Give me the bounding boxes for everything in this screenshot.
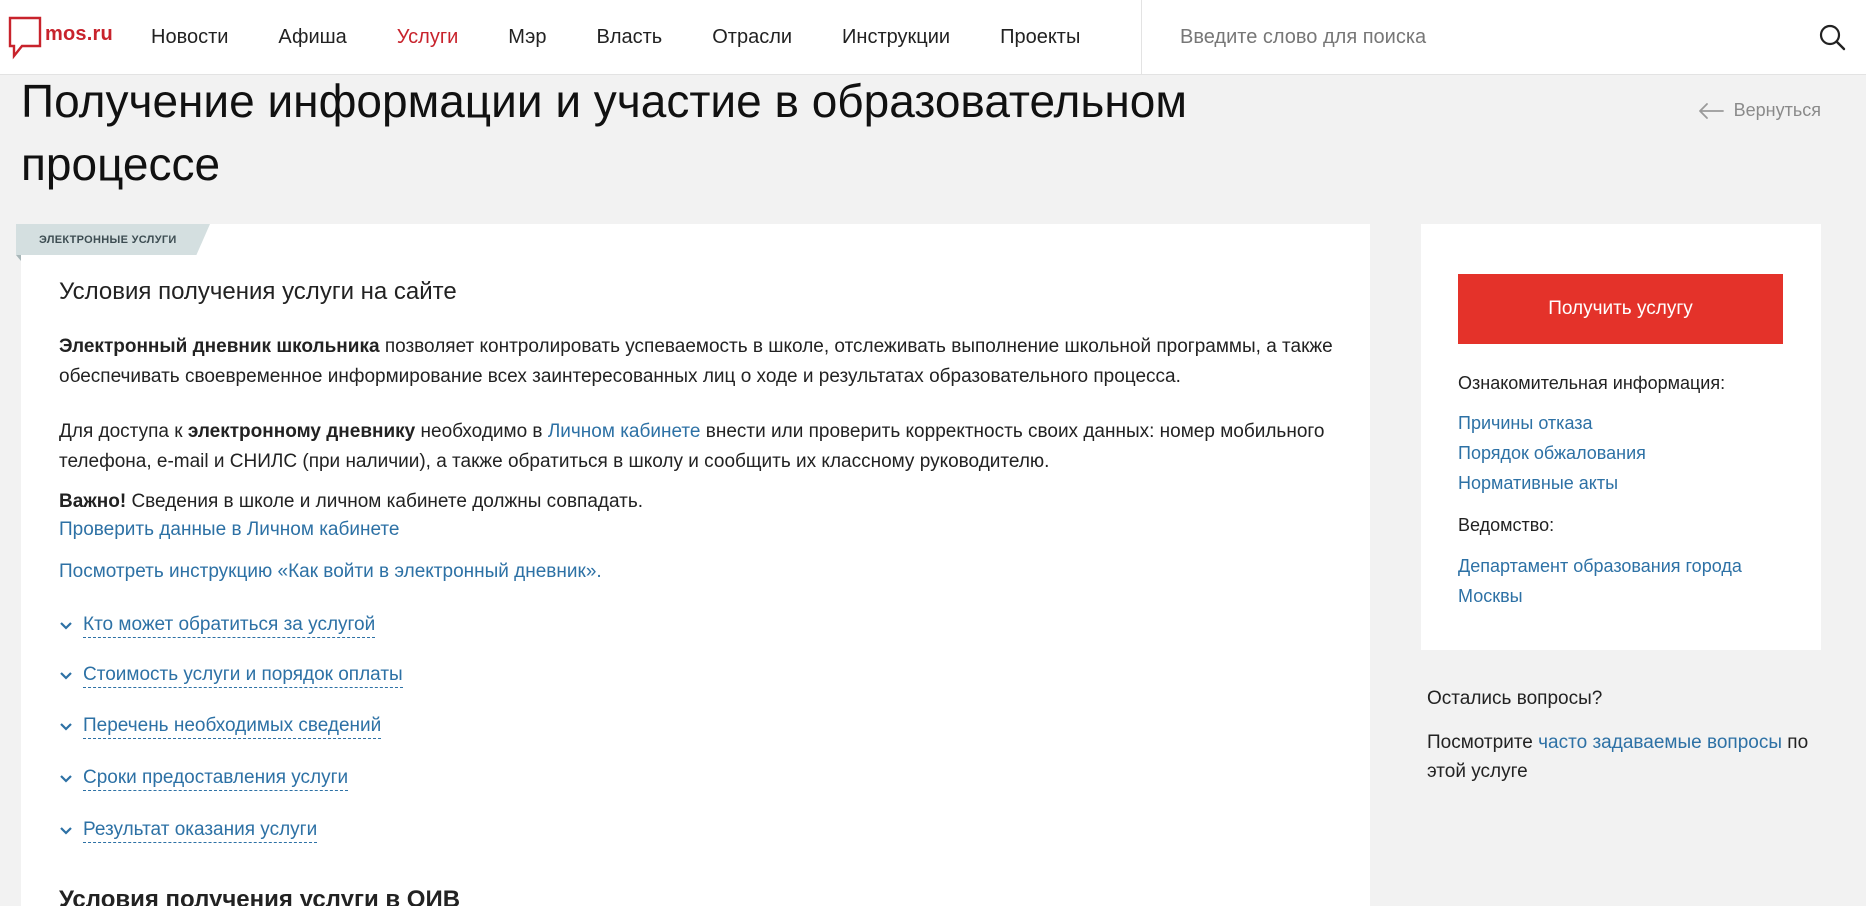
accordion-label: Сроки предоставления услуги [83,766,349,791]
logo-text: mos.ru [45,23,113,45]
important-note: Важно! Сведения в школе и личном кабинет… [59,487,1349,517]
faq-text-1: Посмотрите [1427,732,1539,753]
accordion-who-can-apply[interactable]: Кто может обратиться за услугой [59,613,376,638]
agency-link-continued[interactable]: Москвы [1458,586,1523,607]
back-link[interactable]: Вернуться [1698,100,1821,121]
back-link-label: Вернуться [1733,100,1821,120]
page-title: Получение информации и участие в образов… [21,75,1187,190]
accordion-result[interactable]: Результат оказания услуги [59,818,318,843]
section-title: Условия получения услуги на сайте [59,278,457,305]
instruction-link[interactable]: Посмотреть инструкцию «Как войти в элект… [59,561,602,583]
mos-ru-logo[interactable]: mos.ru [8,16,113,60]
main-nav: Новости Афиша Услуги Мэр Власть Отрасли … [151,0,1130,75]
accordion-label: Стоимость услуги и порядок оплаты [83,663,403,688]
chevron-down-icon [60,722,72,731]
diary-name-bold: Электронный дневник школьника [59,336,380,357]
check-data-link[interactable]: Проверить данные в Личном кабинете [59,519,399,541]
refusal-reasons-link[interactable]: Причины отказа [1458,413,1593,434]
nav-item-services[interactable]: Услуги [397,26,459,49]
accordion-label: Кто может обратиться за услугой [83,613,376,638]
chevron-down-icon [60,621,72,630]
accordion-label: Перечень необходимых сведений [83,714,382,739]
accordion-label: Результат оказания услуги [83,818,318,843]
nav-item-projects[interactable]: Проекты [1000,26,1080,49]
nav-item-mayor[interactable]: Мэр [508,26,546,49]
chevron-down-icon [60,826,72,835]
faq-link[interactable]: часто задаваемые вопросы [1538,732,1782,753]
search-icon[interactable] [1818,23,1846,51]
next-section-title: Условия получения услуги в ОИВ [59,886,461,906]
access-text-2: необходимо в [415,421,548,442]
important-bold: Важно! [59,491,127,512]
nav-item-news[interactable]: Новости [151,26,228,49]
get-service-button[interactable]: Получить услугу [1458,274,1783,344]
nav-item-instructions[interactable]: Инструкции [842,26,950,49]
description-paragraph: Электронный дневник школьника позволяет … [59,332,1349,392]
questions-title: Остались вопросы? [1427,688,1603,709]
agency-link[interactable]: Департамент образования города [1458,556,1742,577]
access-paragraph: Для доступа к электронному дневнику необ… [59,417,1349,477]
nav-item-government[interactable]: Власть [597,26,663,49]
access-bold: электронному дневнику [187,421,416,442]
site-header: mos.ru Новости Афиша Услуги Мэр Власть О… [0,0,1866,75]
nav-item-industries[interactable]: Отрасли [712,26,792,49]
regulations-link[interactable]: Нормативные акты [1458,473,1618,494]
nav-item-afisha[interactable]: Афиша [278,26,346,49]
accordion-terms[interactable]: Сроки предоставления услуги [59,766,349,791]
agency-label: Ведомство: [1458,515,1555,535]
chevron-down-icon [60,671,72,680]
access-text-1: Для доступа к [59,421,188,442]
appeal-procedure-link[interactable]: Порядок обжалования [1458,443,1646,464]
chevron-down-icon [60,774,72,783]
accordion-cost[interactable]: Стоимость услуги и порядок оплаты [59,663,403,688]
personal-cabinet-link[interactable]: Личном кабинете [548,421,701,442]
important-text: Сведения в школе и личном кабинете должн… [126,491,644,512]
search-input[interactable] [1180,20,1800,54]
accordion-required-info[interactable]: Перечень необходимых сведений [59,714,382,739]
speech-bubble-logo-icon [8,16,42,60]
arrow-left-icon [1698,102,1724,119]
info-label: Ознакомительная информация: [1458,373,1726,393]
faq-paragraph: Посмотрите часто задаваемые вопросы по э… [1427,728,1827,786]
category-tag: ЭЛЕКТРОННЫЕ УСЛУГИ [39,234,177,246]
header-divider [1141,0,1142,75]
